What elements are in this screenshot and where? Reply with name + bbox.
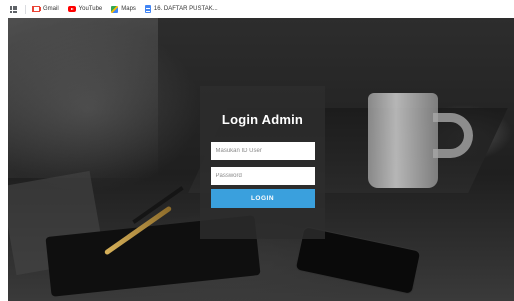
bookmark-label: 16. DAFTAR PUSTAK... xyxy=(153,6,218,12)
gmail-icon xyxy=(32,6,40,12)
login-button[interactable]: LOGIN xyxy=(210,189,315,208)
bookmarks-bar: Gmail YouTube Maps 16. DAFTAR PUSTAK... xyxy=(0,0,514,18)
bookmark-daftar-pustaka[interactable]: 16. DAFTAR PUSTAK... xyxy=(144,5,218,13)
document-icon xyxy=(144,5,151,13)
bookmarks-separator xyxy=(25,4,26,14)
user-id-input[interactable] xyxy=(210,142,315,160)
login-title: Login Admin xyxy=(221,112,304,127)
apps-grid-icon[interactable] xyxy=(10,5,17,13)
bookmark-label: Gmail xyxy=(43,6,59,12)
background-light xyxy=(8,18,158,178)
maps-icon xyxy=(111,5,119,13)
bookmark-maps[interactable]: Maps xyxy=(111,5,136,13)
bookmark-youtube[interactable]: YouTube xyxy=(67,6,103,12)
background-mug xyxy=(368,93,438,188)
bookmark-gmail[interactable]: Gmail xyxy=(32,6,59,12)
bookmark-label: Maps xyxy=(121,6,136,12)
youtube-icon xyxy=(67,6,76,12)
bookmark-label: YouTube xyxy=(78,6,103,12)
password-input[interactable] xyxy=(210,167,315,185)
login-card: Login Admin LOGIN xyxy=(200,86,325,239)
